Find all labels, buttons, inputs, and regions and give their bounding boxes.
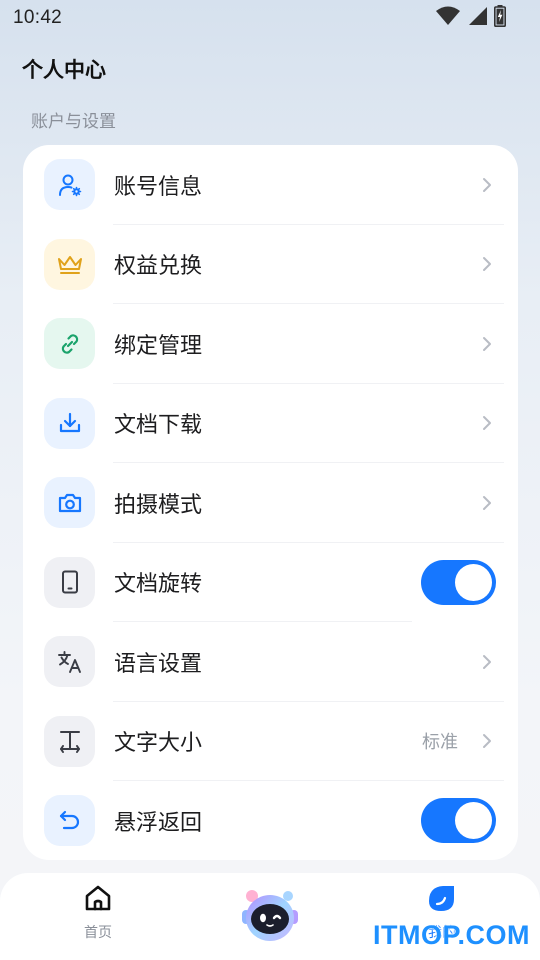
menu-item-label: 语言设置	[114, 651, 203, 677]
text-size-icon	[44, 715, 95, 767]
chevron-right-icon	[480, 334, 494, 354]
ai-assistant-robot-icon[interactable]	[238, 888, 302, 946]
tab-home[interactable]: 首页	[48, 883, 148, 953]
link-icon	[44, 318, 95, 370]
menu-item-label: 权益兑换	[114, 254, 203, 280]
header: 个人中心	[0, 36, 540, 102]
menu-item-benefits-redeem[interactable]: 权益兑换	[23, 225, 518, 304]
menu-item-shooting-mode[interactable]: 拍摄模式	[23, 463, 518, 543]
battery-charging-icon	[494, 4, 506, 32]
floating-back-toggle[interactable]	[421, 798, 496, 844]
menu-item-binding-management[interactable]: 绑定管理	[23, 304, 518, 384]
status-time: 10:42	[13, 7, 63, 28]
settings-card: 账号信息 权益兑换 绑定管理 文档下载 拍摄模式 文档旋转 语言设置 文字大小 …	[23, 145, 518, 860]
text-size-value: 标准	[422, 732, 458, 754]
document-rotation-toggle[interactable]	[421, 559, 496, 605]
watermark: ITMOP.COM	[372, 920, 530, 950]
status-icons	[436, 4, 506, 32]
profile-tab-icon	[426, 883, 458, 917]
tab-home-label: 首页	[84, 925, 112, 941]
menu-item-label: 悬浮返回	[114, 810, 203, 836]
section-label: 账户与设置	[31, 112, 116, 132]
chevron-right-icon	[480, 493, 494, 513]
status-bar: 10:42	[0, 0, 540, 36]
menu-item-document-download[interactable]: 文档下载	[23, 384, 518, 463]
menu-item-label: 文字大小	[114, 731, 203, 757]
menu-item-text-size[interactable]: 文字大小 标准	[23, 702, 518, 781]
translate-icon	[44, 636, 95, 688]
chevron-right-icon	[480, 254, 494, 274]
toggle-knob	[455, 563, 492, 601]
home-icon	[83, 883, 113, 917]
toggle-knob	[455, 802, 492, 840]
menu-item-account-info[interactable]: 账号信息	[23, 145, 518, 225]
page-title: 个人中心	[22, 58, 106, 82]
menu-item-label: 账号信息	[114, 174, 203, 200]
chevron-right-icon	[480, 413, 494, 433]
chevron-right-icon	[480, 731, 494, 751]
menu-item-document-rotation: 文档旋转	[23, 543, 518, 622]
menu-item-floating-back: 悬浮返回	[23, 781, 518, 861]
signal-icon	[467, 6, 487, 31]
menu-item-label: 绑定管理	[114, 333, 203, 359]
user-settings-icon	[44, 159, 95, 211]
undo-icon	[44, 795, 95, 847]
download-icon	[44, 397, 95, 449]
menu-item-label: 文档下载	[114, 413, 203, 439]
crown-icon	[44, 238, 95, 290]
chevron-right-icon	[480, 175, 494, 195]
camera-icon	[44, 477, 95, 529]
menu-item-language-settings[interactable]: 语言设置	[23, 622, 518, 702]
phone-rotate-icon	[44, 556, 95, 608]
chevron-right-icon	[480, 652, 494, 672]
wifi-icon	[436, 6, 460, 31]
menu-item-label: 拍摄模式	[114, 492, 203, 518]
menu-item-label: 文档旋转	[114, 572, 203, 598]
